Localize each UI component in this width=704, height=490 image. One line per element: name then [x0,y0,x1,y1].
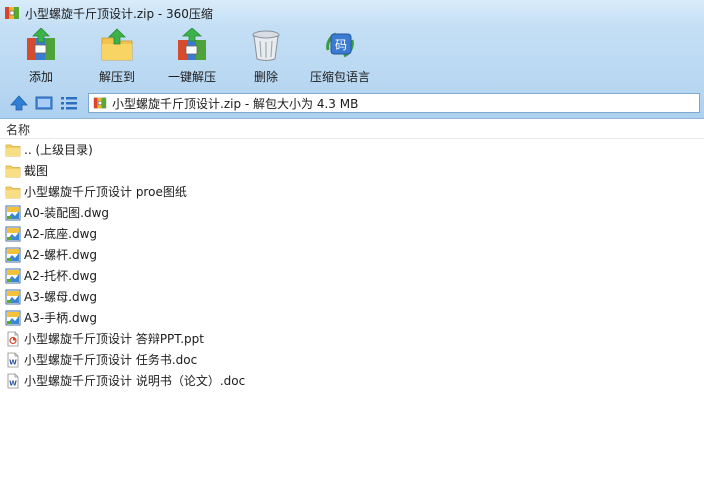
item-name: A0-装配图.dwg [24,206,110,220]
item-name: A2-底座.dwg [24,227,98,241]
dwg-file-icon [5,226,21,241]
dwg-file-icon [5,205,21,220]
folder-icon [5,186,21,198]
list-view-icon[interactable] [60,95,78,111]
item-name: 小型螺旋千斤顶设计 答辩PPT.ppt [24,332,204,346]
delete-label: 删除 [253,70,278,84]
list-item[interactable]: 小型螺旋千斤顶设计 答辩PPT.ppt [0,328,704,349]
doc-file-icon: W [7,352,19,367]
svg-text:W: W [9,358,17,366]
zip-file-icon [93,97,107,109]
item-name: 小型螺旋千斤顶设计 任务书.doc [24,353,198,367]
dwg-file-icon [5,289,21,304]
item-name: 截图 [24,164,49,178]
list-item[interactable]: W 小型螺旋千斤顶设计 任务书.doc [0,349,704,370]
address-bar: 小型螺旋千斤顶设计.zip - 解包大小为 4.3 MB [0,90,704,119]
main-toolbar: 添加 解压到 一键解压 删除 码 压缩包语言 [0,26,704,90]
item-name: 小型螺旋千斤顶设计 proe图纸 [24,185,187,199]
thumbnail-view-icon[interactable] [35,95,53,111]
window-title: 小型螺旋千斤顶设计.zip - 360压缩 [25,6,213,21]
item-name: A2-螺杆.dwg [24,248,98,262]
address-field[interactable]: 小型螺旋千斤顶设计.zip - 解包大小为 4.3 MB [88,93,700,113]
item-name: A3-螺母.dwg [24,290,98,304]
archive-language-icon: 码 [326,32,354,58]
item-name: A3-手柄.dwg [24,311,98,325]
list-item[interactable]: A2-托杯.dwg [0,265,704,286]
dwg-file-icon [5,310,21,325]
list-item[interactable]: 截图 [0,160,704,181]
list-item[interactable]: W 小型螺旋千斤顶设计 说明书（论文）.doc [0,370,704,391]
extract-to-icon [101,28,133,61]
svg-text:码: 码 [335,38,347,52]
dwg-file-icon [5,268,21,283]
list-item[interactable]: A0-装配图.dwg [0,202,704,223]
archive-app-icon [5,7,19,19]
title-bar: 小型螺旋千斤顶设计.zip - 360压缩 [0,0,704,26]
folder-icon [5,165,21,177]
list-item[interactable]: 小型螺旋千斤顶设计 proe图纸 [0,181,704,202]
dwg-file-icon [5,247,21,262]
folder-icon [5,144,21,156]
one-click-extract-button[interactable]: 一键解压 [164,28,220,85]
column-name-header[interactable]: 名称 [6,121,30,138]
item-name: .. (上级目录) [24,143,93,157]
ppt-file-icon [7,331,19,346]
add-label: 添加 [28,70,53,84]
delete-button[interactable]: 删除 [244,28,288,85]
trash-bin-icon [252,30,280,61]
doc-file-icon: W [7,373,19,388]
file-list: .. (上级目录) 截图 小型螺旋千斤顶设计 proe图纸 A0-装配图.dwg [0,139,704,391]
add-button[interactable]: 添加 [18,28,64,85]
list-item[interactable]: A2-螺杆.dwg [0,244,704,265]
up-arrow-icon[interactable] [10,95,28,111]
address-path: 小型螺旋千斤顶设计.zip - 解包大小为 4.3 MB [112,96,359,111]
list-item[interactable]: A3-螺母.dwg [0,286,704,307]
svg-text:W: W [9,379,17,387]
archive-language-label: 压缩包语言 [309,70,370,84]
item-name: 小型螺旋千斤顶设计 说明书（论文）.doc [24,374,246,388]
extract-to-button[interactable]: 解压到 [94,28,140,85]
add-archive-icon [27,28,55,60]
file-list-header: 名称 [0,119,704,139]
one-click-extract-icon [178,28,206,60]
item-name: A2-托杯.dwg [24,269,98,283]
list-item[interactable]: A3-手柄.dwg [0,307,704,328]
list-item[interactable]: A2-底座.dwg [0,223,704,244]
list-item[interactable]: .. (上级目录) [0,139,704,160]
extract-to-label: 解压到 [98,70,135,84]
archive-language-button[interactable]: 码 压缩包语言 [306,28,374,85]
one-click-extract-label: 一键解压 [167,70,216,84]
